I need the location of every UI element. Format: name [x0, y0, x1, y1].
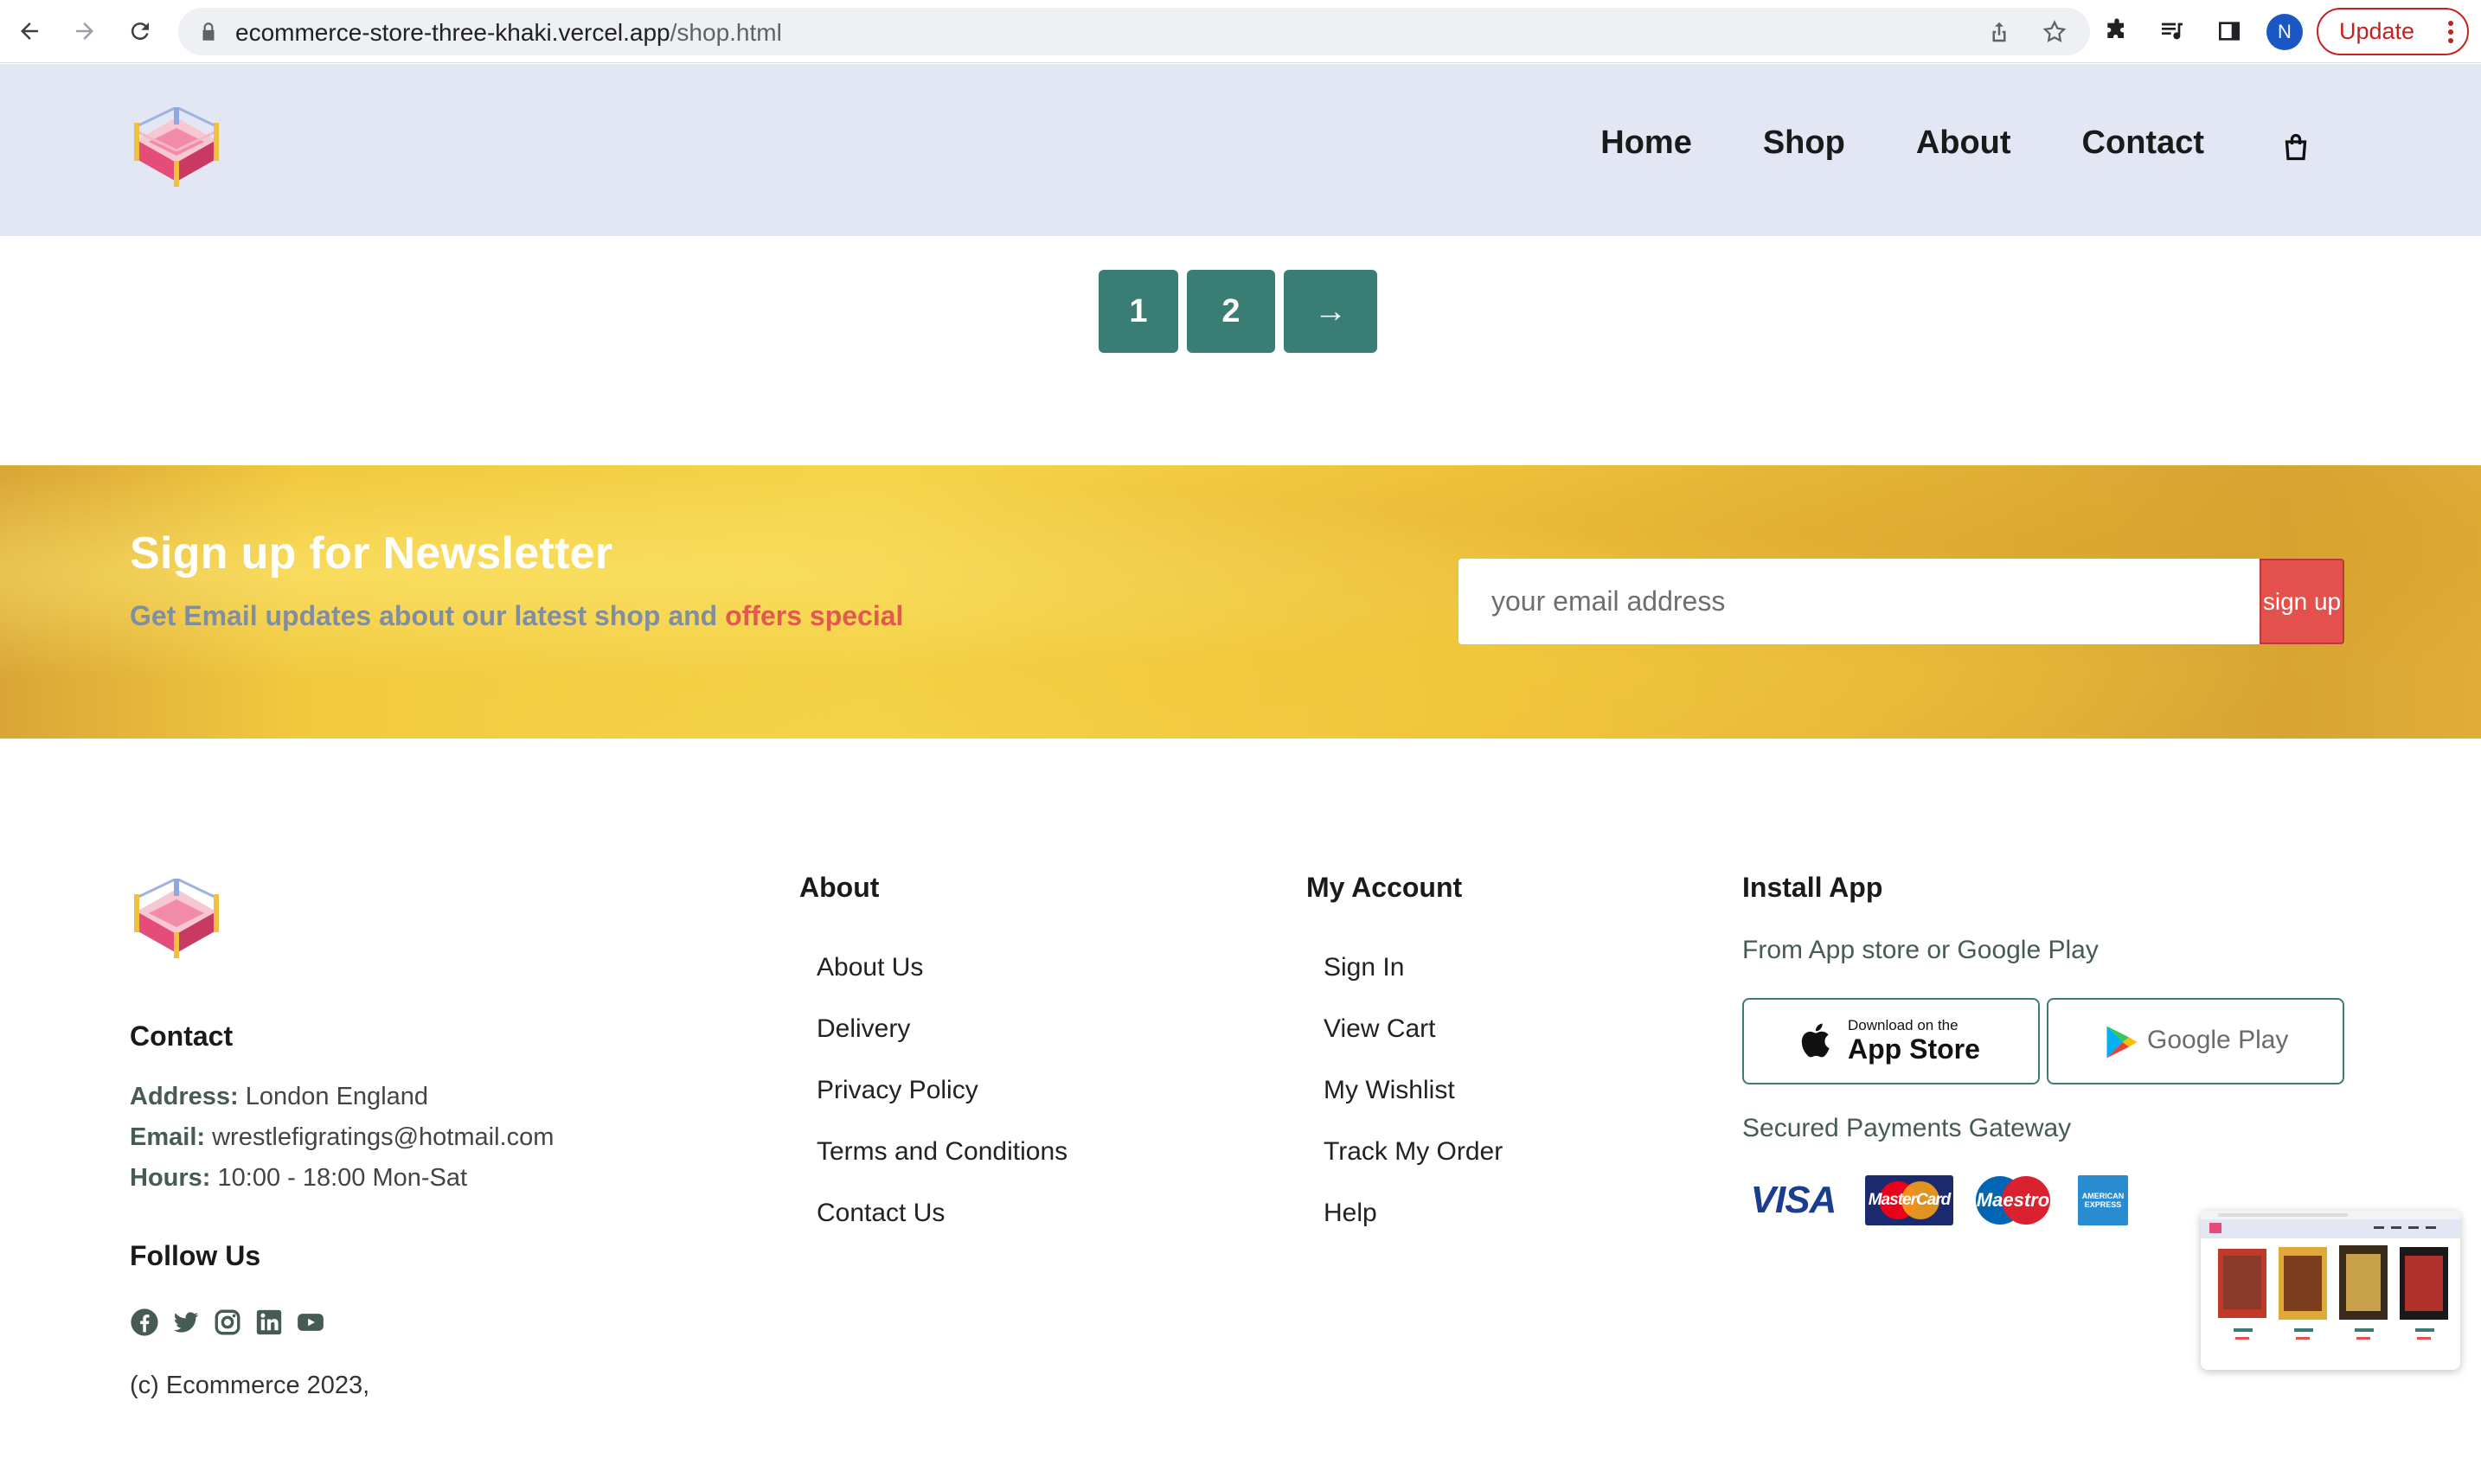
- profile-avatar[interactable]: N: [2266, 14, 2303, 50]
- copyright: (c) Ecommerce 2023,: [130, 1372, 370, 1399]
- forward-button[interactable]: [66, 12, 104, 50]
- next-page-button[interactable]: →: [1284, 270, 1377, 353]
- lock-icon: [202, 22, 215, 41]
- app-store-big: App Store: [1848, 1033, 1980, 1065]
- page-1-button[interactable]: 1: [1099, 270, 1178, 353]
- nav-contact[interactable]: Contact: [2082, 125, 2204, 162]
- follow-heading: Follow Us: [130, 1240, 261, 1271]
- reload-button[interactable]: [121, 12, 159, 50]
- back-button[interactable]: [10, 12, 48, 50]
- facebook-icon[interactable]: [130, 1308, 159, 1337]
- contact-email: Email: wrestlefigratings@hotmail.com: [130, 1123, 554, 1152]
- mastercard-text: MasterCard: [1868, 1191, 1952, 1209]
- footer-link-contact-us[interactable]: Contact Us: [817, 1199, 945, 1228]
- reload-icon: [131, 22, 149, 41]
- more-vert-icon: [2448, 21, 2453, 43]
- puzzle-icon: [2107, 18, 2124, 38]
- mastercard-logo: MasterCard: [1865, 1175, 1953, 1225]
- footer-link-about-us[interactable]: About Us: [817, 953, 923, 982]
- newsletter-subtitle: Get Email updates about our latest shop …: [130, 600, 903, 632]
- maestro-text: Maestro: [1976, 1189, 2050, 1211]
- footer-logo: [134, 879, 219, 958]
- newsletter-highlight: offers special: [725, 600, 904, 631]
- page-2-button[interactable]: 2: [1187, 270, 1275, 353]
- side-panel-button[interactable]: [2213, 15, 2246, 48]
- app-store-small: Download on the: [1848, 1017, 1959, 1033]
- shopping-bag-icon[interactable]: [2280, 131, 2311, 163]
- footer-link-view-cart[interactable]: View Cart: [1324, 1014, 1436, 1044]
- footer-link-sign-in[interactable]: Sign In: [1324, 953, 1404, 982]
- visa-logo: VISA: [1750, 1179, 1837, 1221]
- footer-link-wishlist[interactable]: My Wishlist: [1324, 1076, 1455, 1105]
- site-footer: Contact Address: London England Email: w…: [0, 739, 2481, 1484]
- footer-link-privacy-policy[interactable]: Privacy Policy: [817, 1076, 978, 1105]
- bookmark-star-icon[interactable]: [2042, 19, 2068, 45]
- browser-toolbar: ecommerce-store-three-khaki.vercel.app/s…: [0, 0, 2481, 63]
- google-play-button[interactable]: Google Play: [2047, 998, 2344, 1084]
- hours-label: Hours:: [130, 1164, 211, 1192]
- install-app-subtitle: From App store or Google Play: [1742, 936, 2099, 964]
- footer-link-terms[interactable]: Terms and Conditions: [817, 1137, 1067, 1167]
- url-path: /shop.html: [670, 19, 782, 46]
- hours-value: 10:00 - 18:00 Mon-Sat: [210, 1164, 468, 1192]
- newsletter-section: Sign up for Newsletter Get Email updates…: [0, 465, 2481, 739]
- amex-logo: AMERICAN EXPRESS: [2078, 1175, 2128, 1225]
- url-host: ecommerce-store-three-khaki.vercel.app: [235, 19, 670, 46]
- pagination: 1 2 →: [1099, 270, 1377, 353]
- instagram-icon[interactable]: [213, 1308, 242, 1337]
- nav-about[interactable]: About: [1916, 125, 2011, 162]
- app-store-text: Download on the App Store: [1848, 1017, 1980, 1064]
- main-nav: Home Shop About Contact: [1529, 125, 2204, 162]
- apple-icon: [1801, 1023, 1830, 1058]
- newsletter-signup-button[interactable]: sign up: [2260, 559, 2344, 644]
- contact-hours: Hours: 10:00 - 18:00 Mon-Sat: [130, 1164, 467, 1193]
- update-label: Update: [2339, 18, 2415, 44]
- youtube-icon[interactable]: [296, 1308, 325, 1337]
- about-heading: About: [799, 872, 880, 903]
- address-value: London England: [238, 1083, 429, 1110]
- account-heading: My Account: [1306, 872, 1463, 903]
- newsletter-subtitle-text: Get Email updates about our latest shop …: [130, 600, 726, 631]
- media-button[interactable]: [2156, 15, 2189, 48]
- twitter-icon[interactable]: [171, 1308, 201, 1337]
- url-text: ecommerce-store-three-khaki.vercel.app/s…: [235, 19, 782, 47]
- google-play-icon: [2106, 1026, 2138, 1059]
- share-icon[interactable]: [1986, 19, 2012, 45]
- nav-home[interactable]: Home: [1600, 125, 1692, 162]
- side-panel-icon: [2219, 22, 2240, 41]
- contact-heading: Contact: [130, 1020, 234, 1052]
- newsletter-email-input[interactable]: [1458, 559, 2260, 644]
- newsletter-title: Sign up for Newsletter: [130, 528, 613, 579]
- email-label: Email:: [130, 1123, 206, 1151]
- install-app-heading: Install App: [1742, 872, 1883, 903]
- arrow-left-icon: [21, 22, 38, 40]
- site-header: Home Shop About Contact: [0, 64, 2481, 236]
- playlist-icon: [2162, 22, 2183, 40]
- social-links: [130, 1308, 325, 1337]
- wrestling-ring-logo[interactable]: [130, 107, 223, 194]
- google-play-label: Google Play: [2147, 1026, 2289, 1054]
- arrow-right-icon: [76, 22, 93, 40]
- address-bar[interactable]: ecommerce-store-three-khaki.vercel.app/s…: [178, 8, 2090, 55]
- page-preview-image: [2201, 1211, 2460, 1340]
- email-value: wrestlefigratings@hotmail.com: [205, 1123, 555, 1151]
- footer-link-track-order[interactable]: Track My Order: [1324, 1137, 1503, 1167]
- maestro-logo: Maestro: [1969, 1175, 2057, 1225]
- address-label: Address:: [130, 1083, 239, 1110]
- contact-address: Address: London England: [130, 1083, 428, 1111]
- payments-heading: Secured Payments Gateway: [1742, 1114, 2072, 1142]
- update-button[interactable]: Update: [2317, 8, 2469, 55]
- app-store-button[interactable]: Download on the App Store: [1742, 998, 2040, 1084]
- footer-link-help[interactable]: Help: [1324, 1199, 1377, 1228]
- linkedin-icon[interactable]: [254, 1308, 284, 1337]
- extensions-button[interactable]: [2100, 15, 2133, 48]
- footer-link-delivery[interactable]: Delivery: [817, 1014, 910, 1044]
- nav-shop[interactable]: Shop: [1763, 125, 1845, 162]
- tab-preview-thumbnail[interactable]: [2201, 1211, 2460, 1370]
